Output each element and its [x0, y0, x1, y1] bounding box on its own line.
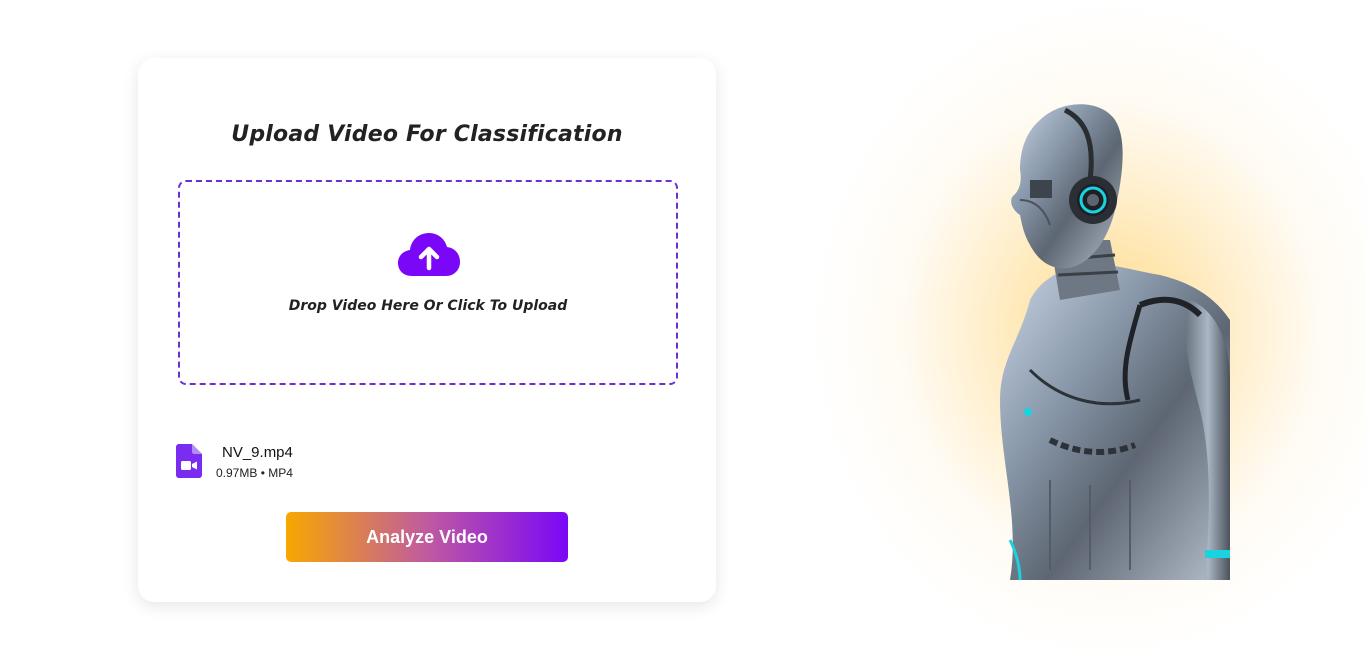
page: Upload Video For Classification Drop Vid…	[0, 0, 1366, 661]
upload-card-title: Upload Video For Classification	[231, 122, 623, 147]
file-name: NV_9.mp4	[222, 444, 293, 461]
cloud-upload-icon	[398, 233, 460, 276]
file-meta: 0.97MB • MP4	[216, 466, 293, 480]
selected-file: NV_9.mp4 0.97MB • MP4	[176, 444, 476, 484]
video-dropzone[interactable]: Drop Video Here Or Click To Upload	[178, 180, 678, 385]
dropzone-label: Drop Video Here Or Click To Upload	[288, 298, 568, 314]
upload-card: Upload Video For Classification Drop Vid…	[138, 58, 716, 602]
robot-illustration	[1000, 104, 1230, 580]
video-file-icon	[176, 444, 202, 478]
analyze-video-button[interactable]: Analyze Video	[286, 512, 568, 562]
